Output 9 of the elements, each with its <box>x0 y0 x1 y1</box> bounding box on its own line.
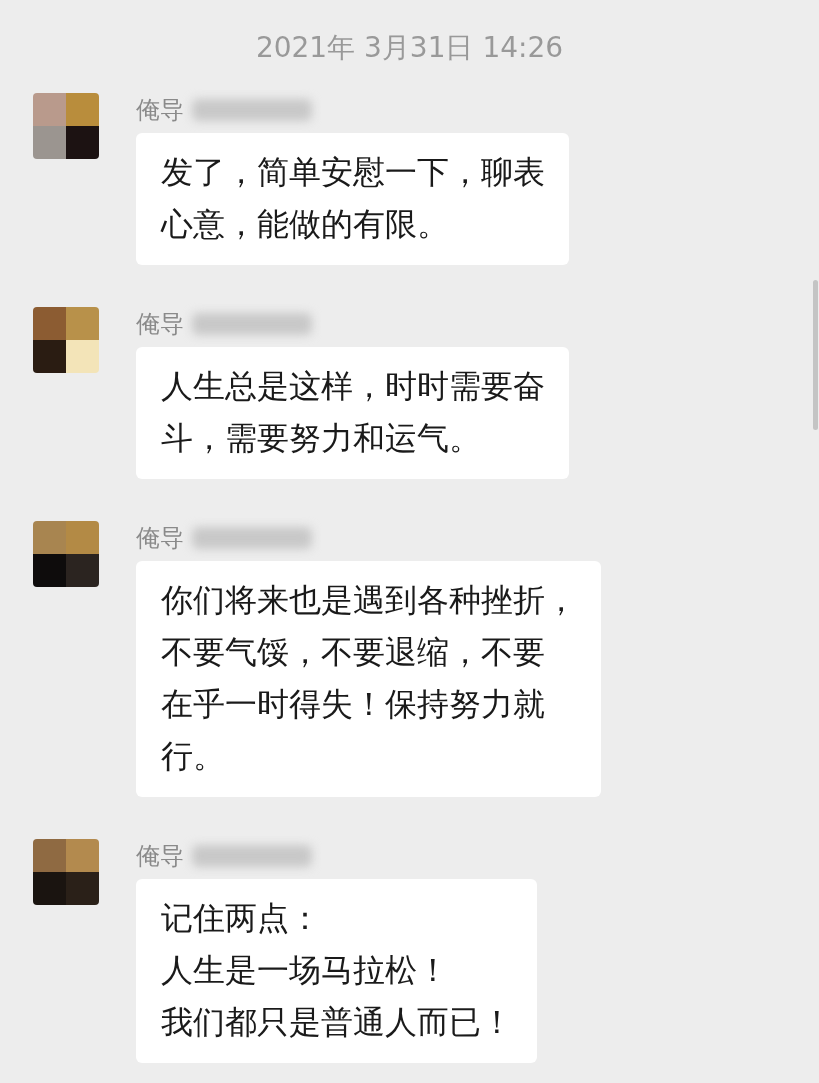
sender-name: 俺导 <box>136 841 184 872</box>
message-bubble[interactable]: 记住两点： 人生是一场马拉松！ 我们都只是普通人而已！ <box>136 879 537 1063</box>
timestamp: 2021年 3月31日 14:26 <box>255 31 564 64</box>
message-bubble[interactable]: 人生总是这样，时时需要奋 斗，需要努力和运气。 <box>136 347 569 479</box>
message-bubble[interactable]: 发了，简单安慰一下，聊表 心意，能做的有限。 <box>136 133 569 265</box>
sender-name: 俺导 <box>136 309 184 340</box>
sender-name: 俺导 <box>136 523 184 554</box>
message-bubble[interactable]: 你们将来也是遇到各种挫折， 不要气馁，不要退缩，不要 在乎一时得失！保持努力就 行。 <box>136 561 601 797</box>
sender-name: 俺导 <box>136 95 184 126</box>
